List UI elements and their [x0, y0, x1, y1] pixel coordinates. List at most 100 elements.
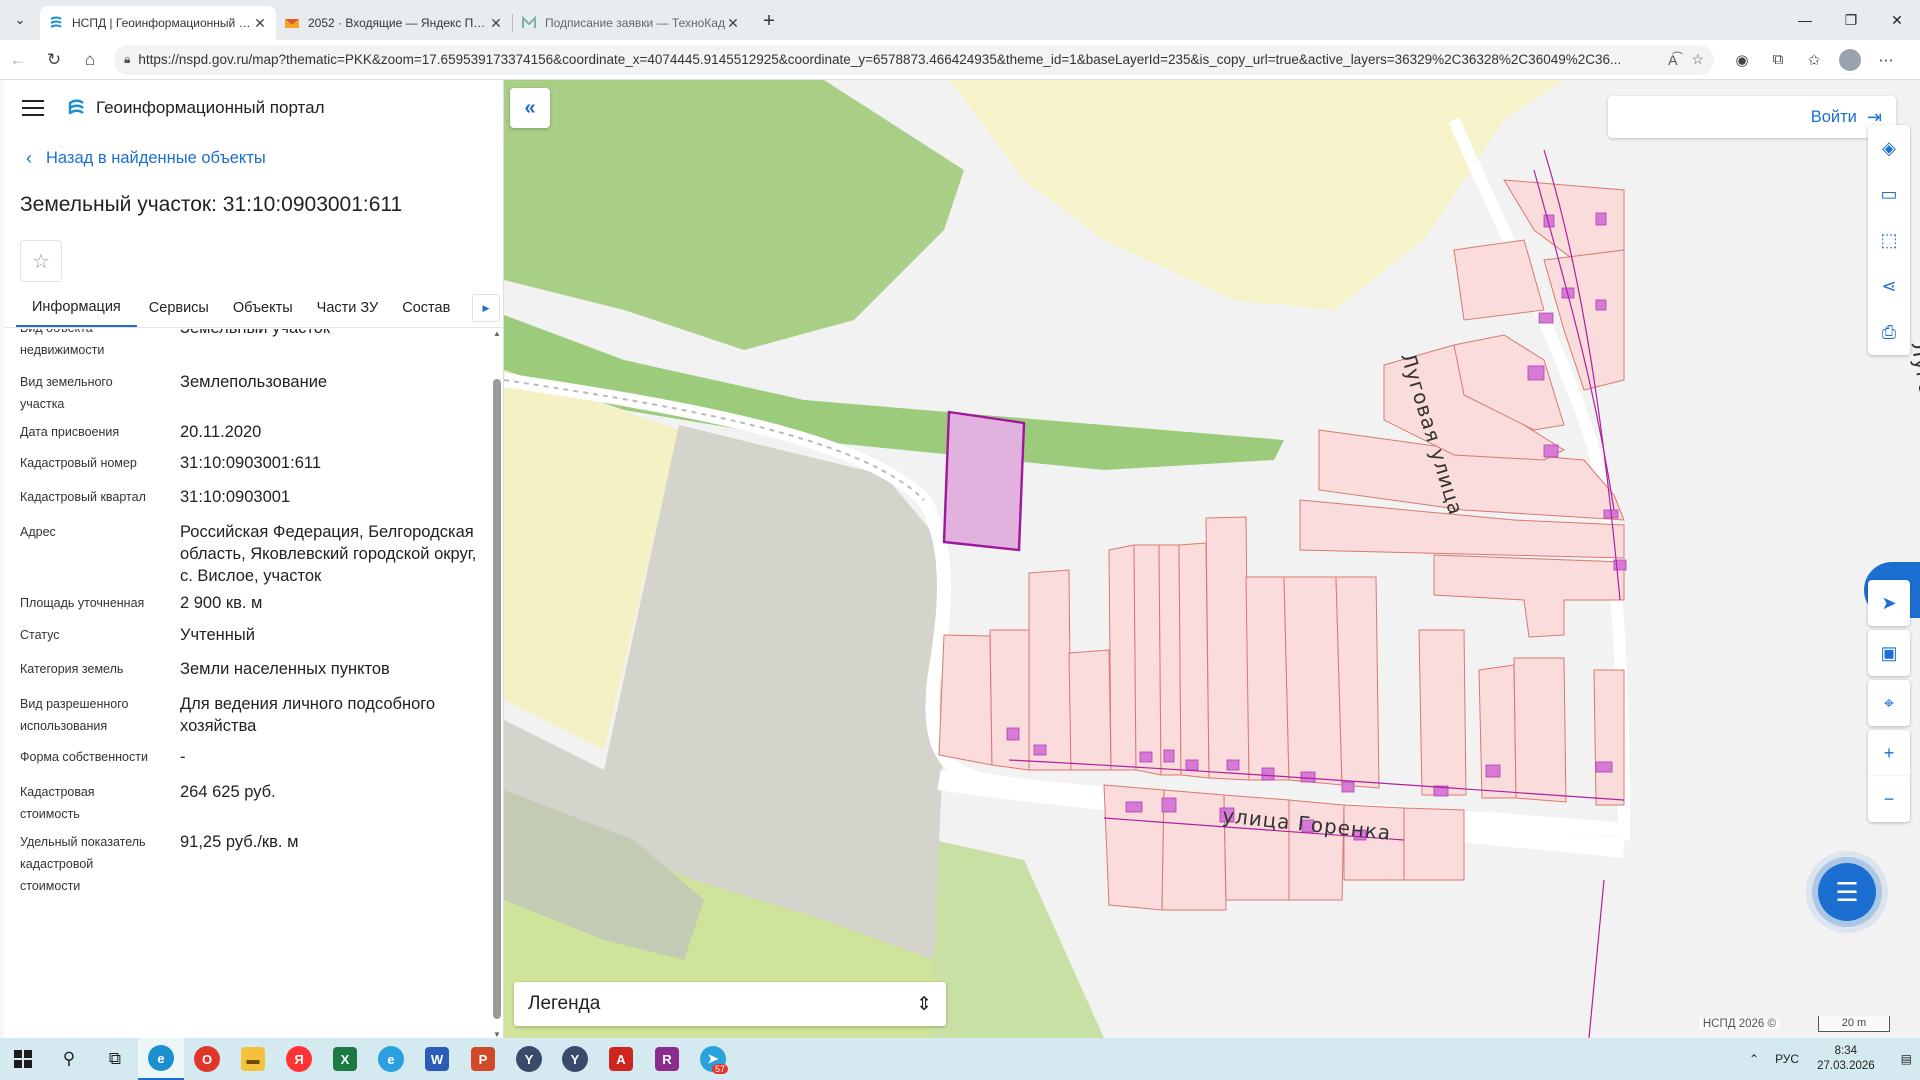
- legend-dropdown[interactable]: Легенда ⇕: [514, 982, 946, 1026]
- tabs-scroll-right-button[interactable]: ▶: [472, 294, 500, 322]
- chevron-left-icon: ‹: [26, 147, 32, 168]
- menu-icon[interactable]: [22, 100, 44, 116]
- windows-start-icon[interactable]: [0, 1038, 46, 1080]
- property-key: Дата присвоения: [20, 425, 120, 439]
- area-select-icon[interactable]: ⬚: [1868, 217, 1910, 263]
- read-aloud-icon[interactable]: A͡: [1668, 52, 1677, 68]
- map-canvas[interactable]: улица Горенка Луговая улица Лугов « Войт…: [504, 80, 1920, 1038]
- add-to-favorites-button[interactable]: ☆: [20, 240, 62, 282]
- caret-right-icon: ▶: [482, 302, 490, 313]
- reload-icon[interactable]: ↻: [36, 44, 72, 76]
- property-key: Вид разрешенного использования: [20, 697, 129, 733]
- property-value: Для ведения личного подсобного хозяйства: [180, 695, 436, 735]
- close-window-button[interactable]: ✕: [1874, 0, 1920, 40]
- chat-button[interactable]: ☰: [1818, 863, 1876, 921]
- scroll-thumb[interactable]: [493, 379, 501, 1019]
- edge-browser-icon[interactable]: e: [138, 1038, 184, 1080]
- properties-scrollbar[interactable]: ▲ ▼: [491, 329, 503, 1039]
- clock-date: 27.03.2026: [1817, 1060, 1875, 1072]
- yandex-app-2-icon[interactable]: Y: [552, 1038, 598, 1080]
- powerpoint-icon[interactable]: P: [460, 1038, 506, 1080]
- tab-composition[interactable]: Состав: [390, 288, 462, 327]
- winrar-icon[interactable]: R: [644, 1038, 690, 1080]
- share-icon[interactable]: ⋖: [1868, 263, 1910, 309]
- more-menu-icon[interactable]: ⋯: [1868, 44, 1904, 76]
- ruler-icon[interactable]: ▭: [1868, 171, 1910, 217]
- url-text[interactable]: https://nspd.gov.ru/map?thematic=PKK&zoo…: [138, 52, 1654, 67]
- tab-parcel-parts[interactable]: Части ЗУ: [305, 288, 391, 327]
- acrobat-icon[interactable]: A: [598, 1038, 644, 1080]
- property-key: Вид земельного участка: [20, 375, 113, 411]
- extension-icon[interactable]: ◉: [1724, 44, 1760, 76]
- property-value: Учтенный: [180, 626, 255, 644]
- property-value: 31:10:0903001: [180, 488, 291, 506]
- property-value: Российская Федерация, Белгородская облас…: [180, 523, 477, 585]
- technokad-favicon-icon: [522, 15, 536, 28]
- tab-title: Подписание заявки — ТехноКад: [545, 16, 725, 30]
- browser-tab-strip: ⌄ НСПД | Геоинформационный портал ✕ 2052…: [0, 0, 1920, 40]
- home-icon[interactable]: ⌂: [72, 44, 108, 76]
- login-button[interactable]: Войти ⇥: [1608, 96, 1896, 138]
- favorites-icon[interactable]: ✩: [1796, 44, 1832, 76]
- profile-icon[interactable]: [1832, 44, 1868, 76]
- extensions-puzzle-icon[interactable]: ⧉: [1760, 44, 1796, 76]
- telegram-icon[interactable]: ➤ 57: [690, 1038, 736, 1080]
- browser-tab-technokad[interactable]: Подписание заявки — ТехноКад ✕: [513, 6, 749, 40]
- locate-icon[interactable]: ➤: [1868, 580, 1910, 626]
- tab-information[interactable]: Информация: [16, 288, 137, 327]
- new-tab-button[interactable]: +: [753, 6, 785, 36]
- tab-services[interactable]: Сервисы: [137, 288, 221, 327]
- property-value: 264 625 руб.: [180, 783, 276, 801]
- browser-tab-nspd[interactable]: НСПД | Геоинформационный портал ✕: [40, 6, 276, 40]
- tab-close-icon[interactable]: ✕: [488, 15, 504, 32]
- excel-icon[interactable]: X: [322, 1038, 368, 1080]
- minimize-button[interactable]: —: [1782, 0, 1828, 40]
- geo-search-icon[interactable]: ⌖: [1868, 680, 1910, 726]
- lock-icon[interactable]: 🔒︎: [124, 52, 130, 67]
- collapse-panel-button[interactable]: «: [510, 88, 550, 128]
- favorite-star-icon[interactable]: ☆: [1691, 51, 1704, 68]
- property-key: Кадастровый квартал: [20, 490, 146, 504]
- yandex-app-icon[interactable]: Y: [506, 1038, 552, 1080]
- scroll-up-icon[interactable]: ▲: [491, 329, 503, 338]
- tab-objects[interactable]: Объекты: [221, 288, 305, 327]
- browser-toolbar: ← ↻ ⌂ 🔒︎ https://nspd.gov.ru/map?themati…: [0, 40, 1920, 80]
- address-bar[interactable]: 🔒︎ https://nspd.gov.ru/map?thematic=PKK&…: [114, 44, 1714, 75]
- print-icon[interactable]: ⎙: [1868, 309, 1910, 355]
- yandex-browser-icon[interactable]: Я: [276, 1038, 322, 1080]
- back-to-results-link[interactable]: ‹ Назад в найденные объекты: [4, 136, 503, 180]
- minimap-icon[interactable]: ▣: [1868, 630, 1910, 676]
- back-arrow-icon[interactable]: ←: [0, 44, 36, 76]
- opera-icon[interactable]: O: [184, 1038, 230, 1080]
- zoom-out-icon[interactable]: −: [1868, 776, 1910, 822]
- clock[interactable]: 8:34 27.03.2026: [1817, 1044, 1875, 1074]
- property-value: 20.11.2020: [180, 423, 262, 441]
- back-link-label: Назад в найденные объекты: [46, 148, 266, 167]
- notifications-icon[interactable]: ▤: [1901, 1052, 1912, 1066]
- zoom-in-icon[interactable]: +: [1868, 730, 1910, 776]
- word-icon[interactable]: W: [414, 1038, 460, 1080]
- property-key: Кадастровый номер: [20, 456, 137, 470]
- chevron-up-icon[interactable]: ⌃: [1749, 1052, 1759, 1066]
- tab-close-icon[interactable]: ✕: [252, 15, 268, 32]
- tab-list-button[interactable]: ⌄: [4, 5, 36, 35]
- file-explorer-icon[interactable]: ▬: [230, 1038, 276, 1080]
- layers-icon[interactable]: ◈: [1868, 125, 1910, 171]
- task-view-icon[interactable]: ⧉: [92, 1038, 138, 1080]
- object-title: Земельный участок: 31:10:0903001:611: [20, 193, 403, 216]
- selected-parcel[interactable]: [942, 410, 1026, 552]
- yandex-mail-favicon-icon: [285, 19, 299, 28]
- restore-button[interactable]: ❐: [1828, 0, 1874, 40]
- property-key: Категория земель: [20, 662, 124, 676]
- property-key: Форма собственности: [20, 750, 148, 764]
- star-icon: ☆: [32, 250, 50, 273]
- property-key: Вид объекта недвижимости: [20, 329, 105, 357]
- tab-close-icon[interactable]: ✕: [725, 15, 741, 32]
- browser-tab-yandex-mail[interactable]: 2052 · Входящие — Яндекс Почта ✕: [276, 6, 512, 40]
- language-indicator[interactable]: РУС: [1775, 1052, 1799, 1066]
- internet-explorer-icon[interactable]: e: [368, 1038, 414, 1080]
- double-chevron-left-icon: «: [524, 96, 536, 119]
- tab-title: НСПД | Геоинформационный портал: [72, 16, 252, 30]
- field-bottom-right: [934, 840, 1104, 1038]
- search-icon[interactable]: ⚲: [46, 1038, 92, 1080]
